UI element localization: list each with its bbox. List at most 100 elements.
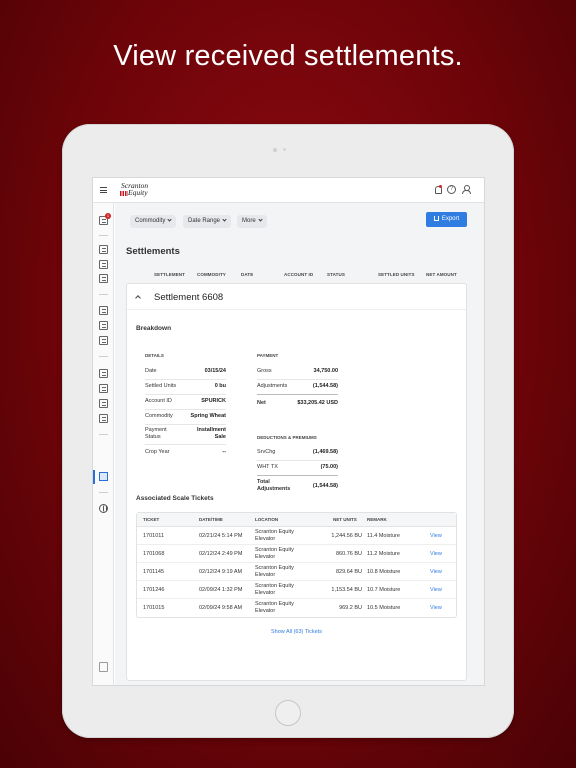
payment-status-label-2: Status: [145, 434, 161, 440]
sidebar-item-scale-icon[interactable]: [99, 336, 108, 345]
ticket-remark: 10.5 Moisture: [367, 605, 401, 611]
ticket-location: Scranton Equity: [255, 529, 294, 535]
ticket-location: Scranton Equity: [255, 547, 294, 553]
export-label: Export: [441, 216, 460, 222]
logo: Scranton Equity: [120, 181, 164, 199]
logo-text-line2: Equity: [128, 188, 148, 197]
ticket-number: 1701246: [143, 587, 165, 593]
view-ticket-link[interactable]: View: [430, 551, 442, 558]
column-header-net-amount[interactable]: NET AMOUNT: [426, 272, 457, 277]
sidebar-item-crop-icon[interactable]: [99, 245, 108, 254]
sidebar-item-payments-icon[interactable]: [99, 414, 108, 423]
payment-heading: PAYMENT: [257, 353, 279, 358]
show-all-tickets-link[interactable]: Show All (63) Tickets: [127, 629, 466, 635]
bell-icon[interactable]: [433, 185, 442, 194]
date-range-filter[interactable]: Date Range: [183, 215, 232, 228]
column-header-settlement[interactable]: SETTLEMENT: [154, 272, 185, 277]
wht-tx-value: (75.00): [320, 464, 338, 470]
sidebar-divider: [99, 235, 108, 236]
details-divider: [145, 394, 226, 395]
sidebar-item-settlements-icon[interactable]: [99, 472, 108, 481]
ticket-location-2: Elevator: [255, 572, 276, 578]
globe-icon[interactable]: [99, 504, 108, 513]
column-header-date[interactable]: DATE: [241, 272, 253, 277]
ticket-location-2: Elevator: [255, 536, 276, 542]
column-header-commodity[interactable]: COMMODITY: [197, 272, 226, 277]
gross-value: 34,750.00: [313, 368, 338, 374]
view-ticket-link[interactable]: View: [430, 605, 442, 612]
scale-tickets-title: Associated Scale Tickets: [136, 495, 214, 502]
help-icon[interactable]: ?: [447, 185, 456, 194]
view-ticket-link[interactable]: View: [430, 533, 442, 540]
ticket-net-units: 1,244.56 BU: [331, 533, 362, 539]
page-title: Settlements: [126, 246, 180, 257]
ticket-location: Scranton Equity: [255, 565, 294, 571]
crop-year-value: --: [222, 449, 226, 455]
net-value: $33,205.42 USD: [297, 400, 338, 406]
settled-units-value: 0 bu: [214, 383, 226, 389]
header-remark: REMARK: [367, 517, 387, 522]
view-ticket-link[interactable]: View: [430, 587, 442, 594]
date-value: 03/15/24: [204, 368, 226, 374]
column-header-account-id[interactable]: ACCOUNT ID: [284, 272, 313, 277]
ticket-number: 1701145: [143, 569, 165, 575]
table-row: 1701068 02/12/24 2:49 PM Scranton Equity…: [137, 545, 456, 563]
table-row: 1701011 02/21/24 5:14 PM Scranton Equity…: [137, 527, 456, 545]
chevron-up-icon[interactable]: [135, 295, 141, 301]
sidebar-item-calendar-icon[interactable]: [99, 306, 108, 315]
sidebar-item-fertilizer-icon[interactable]: [99, 399, 108, 408]
ticket-number: 1701011: [143, 533, 165, 539]
export-icon: [433, 216, 439, 221]
gross-label: Gross: [257, 368, 272, 374]
chevron-down-icon: [258, 217, 263, 222]
deductions-divider: [257, 460, 338, 461]
settlement-title: Settlement 6608: [154, 292, 224, 303]
sidebar-divider: [99, 356, 108, 357]
sidebar-divider: [99, 434, 108, 435]
sidebar-item-contracts-icon[interactable]: [99, 321, 108, 330]
export-button[interactable]: Export: [426, 212, 467, 227]
commodity-filter[interactable]: Commodity: [130, 215, 177, 228]
ticket-remark: 10.8 Moisture: [367, 569, 401, 575]
app-screen: Scranton Equity ? 1 Commodity Date Range…: [92, 177, 485, 686]
account-id-label: Account ID: [145, 398, 172, 404]
home-button[interactable]: [275, 700, 301, 726]
details-divider: [145, 379, 226, 380]
header-net-units: NET UNITS: [333, 517, 357, 522]
more-filter-label: More: [242, 218, 256, 224]
sidebar-item-tag-icon[interactable]: [99, 260, 108, 269]
sidebar-item-receipt-icon[interactable]: [99, 384, 108, 393]
payment-divider: [257, 379, 338, 380]
column-header-settled-units[interactable]: SETTLED UNITS: [378, 272, 415, 277]
trash-icon[interactable]: [99, 662, 108, 672]
sidebar: 1: [93, 203, 114, 685]
headline: View received settlements.: [113, 40, 463, 72]
ticket-datetime: 02/12/24 2:49 PM: [199, 551, 243, 557]
srvchg-value: (1,469.58): [312, 449, 338, 455]
settlement-card-header[interactable]: Settlement 6608: [127, 284, 466, 310]
sidebar-item-sliders-icon[interactable]: [99, 274, 108, 283]
menu-icon[interactable]: [100, 187, 107, 193]
logo-mark: [120, 191, 128, 196]
column-header-status[interactable]: STATUS: [327, 272, 345, 277]
commodity-value: Spring Wheat: [190, 413, 226, 419]
ticket-number: 1701015: [143, 605, 165, 611]
table-row: 1701246 02/09/24 1:32 PM Scranton Equity…: [137, 581, 456, 599]
view-ticket-link[interactable]: View: [430, 569, 442, 576]
sidebar-item-document-icon[interactable]: [99, 369, 108, 378]
top-bar: Scranton Equity ?: [93, 178, 484, 203]
total-adjustments-label-2: Adjustments: [257, 486, 291, 492]
ticket-remark: 10.7 Moisture: [367, 587, 401, 593]
ticket-location-2: Elevator: [255, 608, 276, 614]
deductions-heading: DEDUCTIONS & PREMIUMS: [257, 435, 317, 440]
camera-dot: [273, 148, 277, 152]
ticket-remark: 11.4 Moisture: [367, 533, 400, 539]
more-filter[interactable]: More: [237, 215, 267, 228]
commodity-label: Commodity: [145, 413, 173, 419]
user-icon[interactable]: [461, 185, 471, 194]
ticket-location: Scranton Equity: [255, 601, 294, 607]
ticket-location-2: Elevator: [255, 554, 276, 560]
payment-status-value-2: Sale: [214, 434, 226, 440]
notification-badge: 1: [105, 213, 111, 219]
settlement-card: Settlement 6608 Breakdown DETAILS Date 0…: [126, 283, 467, 681]
